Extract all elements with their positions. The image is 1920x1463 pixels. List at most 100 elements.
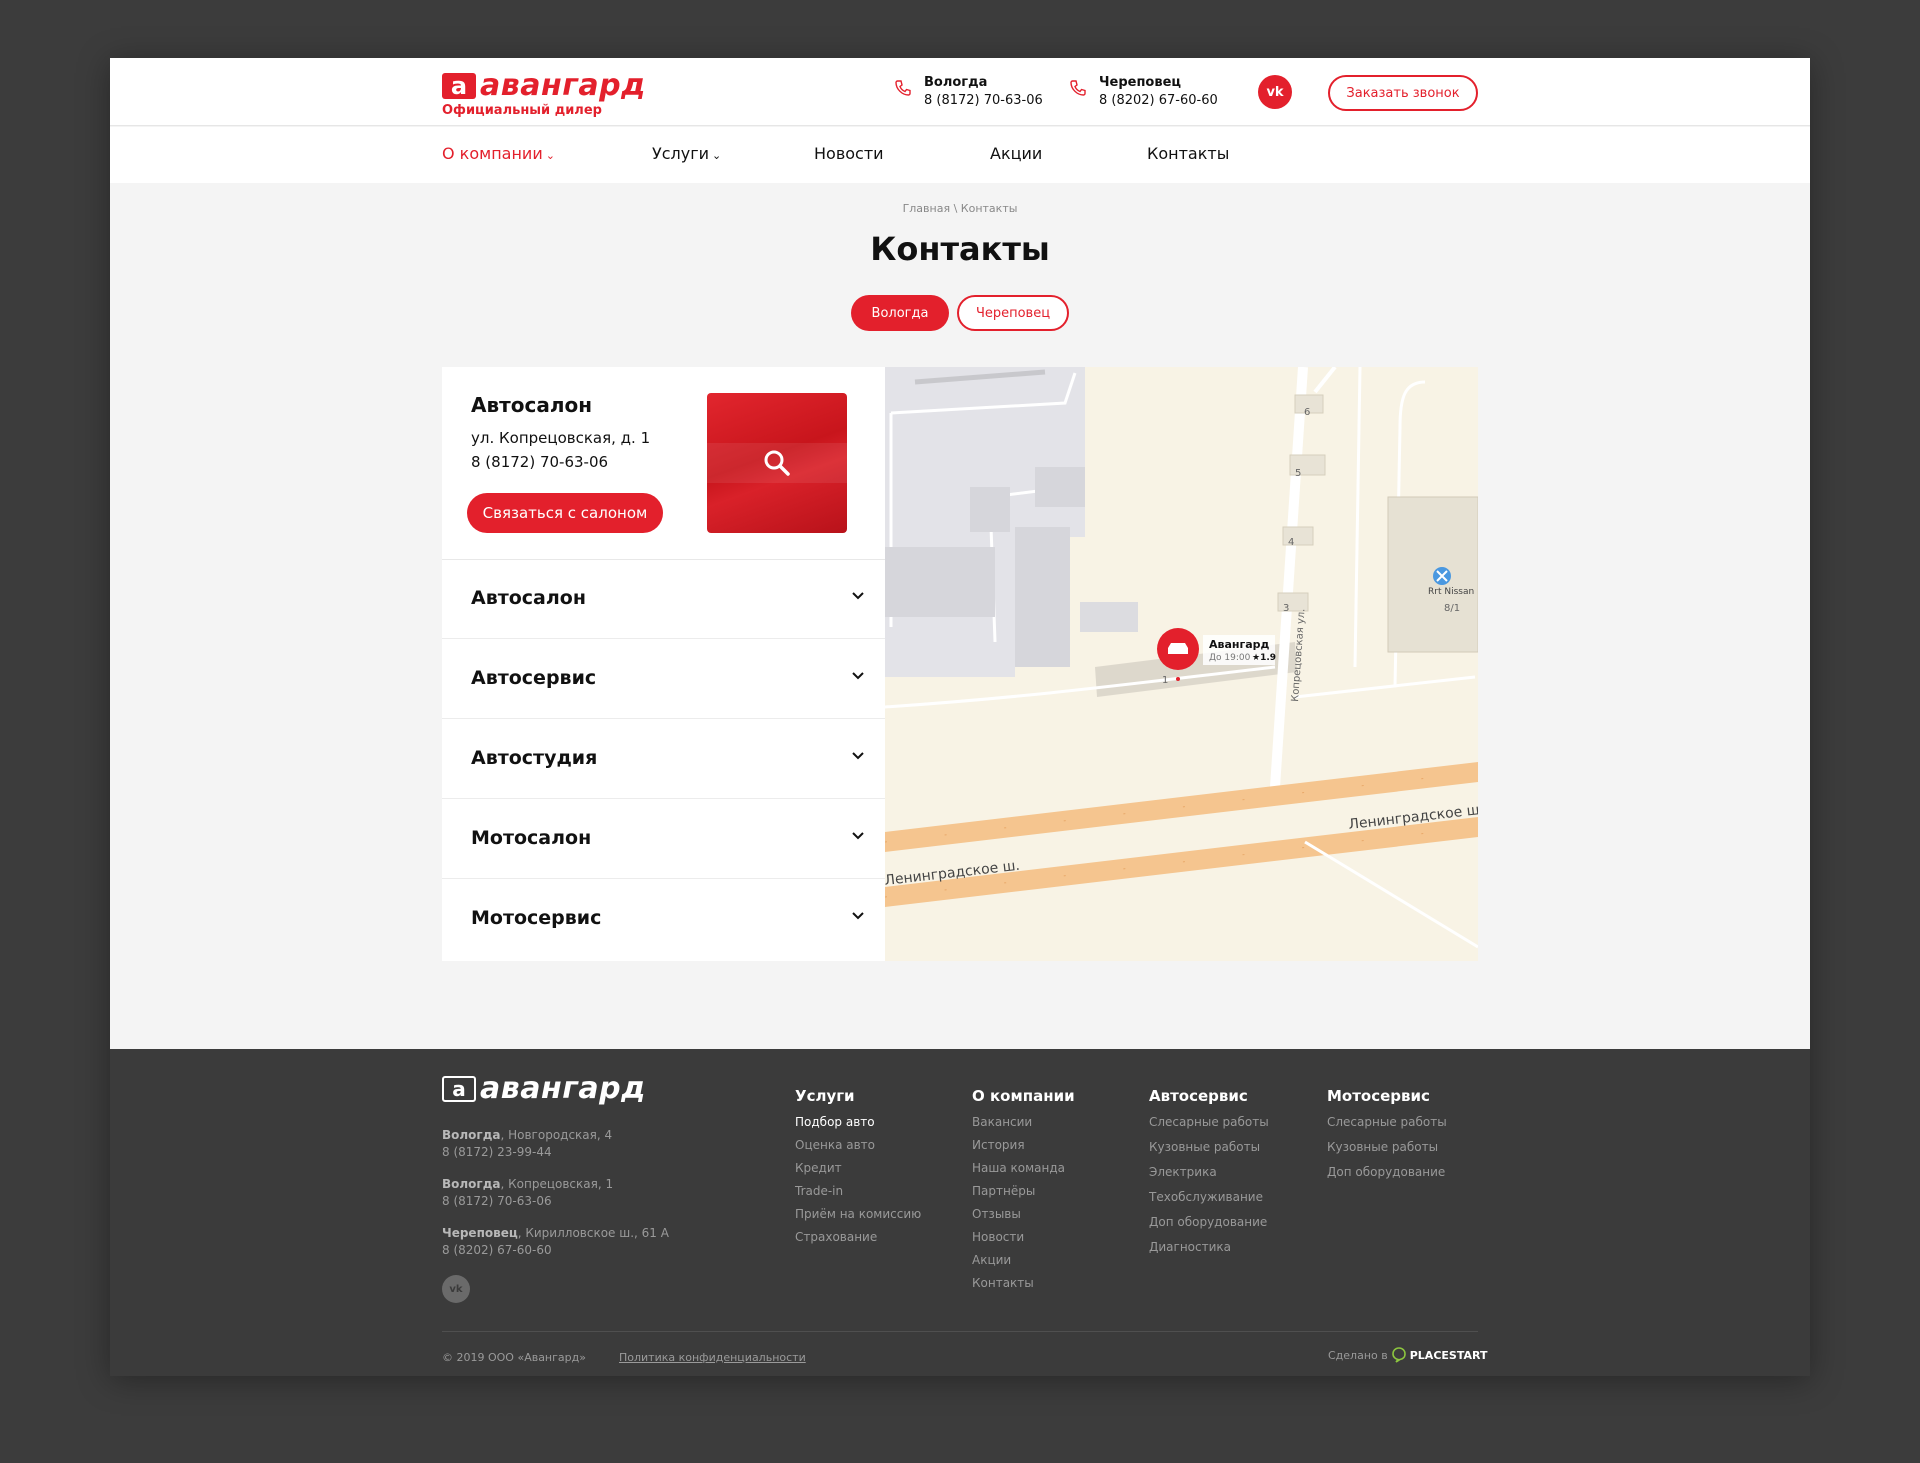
phone-number: 8 (8172) 70-63-06 — [924, 93, 1043, 108]
city-tabs: Вологда Череповец — [851, 295, 1069, 331]
address-street: , Копрецовская, 1 — [500, 1177, 614, 1191]
address-city: Череповец — [442, 1226, 518, 1240]
breadcrumb: Главная \ Контакты — [110, 202, 1810, 215]
footer-link[interactable]: Диагностика — [1149, 1240, 1269, 1265]
accordion-item[interactable]: Автосалон — [442, 560, 885, 639]
footer-link[interactable]: Наша команда — [972, 1161, 1075, 1184]
tab-cherepovets[interactable]: Череповец — [957, 295, 1069, 331]
footer-link[interactable]: Trade-in — [795, 1184, 921, 1207]
footer-link[interactable]: Вакансии — [972, 1115, 1075, 1138]
chevron-down-icon — [852, 832, 864, 840]
vk-icon[interactable]: vk — [1258, 75, 1292, 109]
phone-cherepovets[interactable]: Череповец 8 (8202) 67-60-60 — [1069, 75, 1218, 108]
footer-link[interactable]: Доп оборудование — [1149, 1215, 1269, 1240]
phone-number: 8 (8202) 67-60-60 — [1099, 93, 1218, 108]
footer-link[interactable]: История — [972, 1138, 1075, 1161]
footer-link[interactable]: Электрика — [1149, 1165, 1269, 1190]
footer-link[interactable]: Кузовные работы — [1327, 1140, 1447, 1165]
chevron-down-icon: ⌄ — [545, 149, 555, 162]
footer-link[interactable]: Кредит — [795, 1161, 921, 1184]
accordion-item[interactable]: Мотосалон — [442, 800, 885, 879]
accordion-item[interactable]: Автосервис — [442, 640, 885, 719]
accordion-title: Автостудия — [471, 747, 598, 769]
footer-link[interactable]: Слесарные работы — [1149, 1115, 1269, 1140]
street-label: Копрецовская ул. — [1290, 608, 1307, 702]
footer-address: Череповец, Кирилловское ш., 61 А 8 (8202… — [442, 1225, 669, 1259]
tab-vologda[interactable]: Вологда — [851, 295, 949, 331]
location-phone[interactable]: 8 (8172) 70-63-06 — [471, 453, 608, 471]
address-phone[interactable]: 8 (8172) 23-99-44 — [442, 1145, 552, 1159]
accordion-title: Мотосервис — [471, 907, 602, 929]
footer-link[interactable]: Отзывы — [972, 1207, 1075, 1230]
map-building — [1015, 527, 1070, 667]
site-logo[interactable]: а авангард Официальный дилер — [442, 71, 646, 118]
footer-column-title: Услуги — [795, 1087, 855, 1105]
logo-mark: а — [442, 1076, 476, 1102]
map-road — [1294, 675, 1476, 699]
nav-item-label: О компании — [442, 144, 543, 163]
footer-link[interactable]: Техобслуживание — [1149, 1190, 1269, 1215]
made-by-brand: PLACESTART — [1409, 1348, 1488, 1362]
footer-link[interactable]: Оценка авто — [795, 1138, 921, 1161]
footer-link[interactable]: Слесарные работы — [1327, 1115, 1447, 1140]
logo-mark: а — [442, 73, 476, 99]
locations-panel: Автосалон ул. Копрецовская, д. 1 8 (8172… — [442, 367, 885, 961]
footer-link[interactable]: Доп оборудование — [1327, 1165, 1447, 1190]
map-canvas: 6 5 4 3 1 Rrt Nissan 8/1 Авангард До 19:… — [885, 367, 1478, 949]
address-city: Вологда — [442, 1128, 501, 1142]
made-by[interactable]: Сделано в PLACESTART — [1328, 1347, 1487, 1363]
house-number: 5 — [1295, 468, 1301, 479]
page-title: Контакты — [870, 230, 1050, 268]
house-number: 1 — [1162, 675, 1168, 686]
nav-item-news[interactable]: Новости — [814, 144, 884, 163]
marker-hours: До 19:00 — [1209, 653, 1251, 663]
top-bar: а авангард Официальный дилер Вологда 8 (… — [110, 58, 1810, 126]
accordion-item[interactable]: Мотосервис — [442, 880, 885, 959]
footer-column-title: Автосервис — [1149, 1087, 1248, 1105]
chevron-down-icon: ⌄ — [712, 149, 722, 162]
map-road — [1313, 367, 1337, 394]
address-street: , Новгородская, 4 — [500, 1128, 613, 1142]
footer-link[interactable]: Приём на комиссию — [795, 1207, 921, 1230]
made-by-label: Сделано в — [1328, 1348, 1388, 1362]
map-building — [1080, 602, 1138, 632]
nav-item-promo[interactable]: Акции — [990, 144, 1042, 163]
phone-icon — [1070, 80, 1086, 96]
nav-item-contacts[interactable]: Контакты — [1147, 144, 1229, 163]
footer-link[interactable]: Страхование — [795, 1230, 921, 1253]
marker-rating: ★1.9 — [1252, 653, 1276, 663]
accordion-item[interactable]: Автостудия — [442, 720, 885, 799]
main-nav: О компании ⌄ Услуги ⌄ Новости Акции Контак… — [110, 127, 1810, 183]
phone-vologda[interactable]: Вологда 8 (8172) 70-63-06 — [894, 75, 1043, 108]
breadcrumb-home[interactable]: Главная — [903, 202, 951, 215]
footer-link[interactable]: Контакты — [972, 1276, 1075, 1299]
location-card: Автосалон ул. Копрецовская, д. 1 8 (8172… — [442, 367, 885, 560]
footer-logo[interactable]: а авангард — [442, 1074, 646, 1104]
contact-salon-button[interactable]: Связаться с салоном — [467, 493, 663, 533]
breadcrumb-current: Контакты — [960, 202, 1018, 215]
footer-link[interactable]: Подбор авто — [795, 1115, 921, 1138]
map-road — [1353, 367, 1362, 668]
nav-item-services[interactable]: Услуги ⌄ — [652, 144, 721, 163]
vk-icon[interactable]: vk — [442, 1275, 470, 1303]
logo-subtitle: Официальный дилер — [442, 103, 602, 118]
footer-link[interactable]: Новости — [972, 1230, 1075, 1253]
footer-link[interactable]: Акции — [972, 1253, 1075, 1276]
callback-button[interactable]: Заказать звонок — [1328, 75, 1478, 111]
privacy-policy-link[interactable]: Политика конфиденциальности — [619, 1351, 806, 1364]
location-address: ул. Копрецовская, д. 1 — [471, 429, 651, 447]
phone-city: Вологда — [924, 75, 988, 90]
footer-link[interactable]: Партнёры — [972, 1184, 1075, 1207]
house-number: 4 — [1288, 537, 1294, 548]
location-photo[interactable] — [707, 393, 847, 533]
address-phone[interactable]: 8 (8202) 67-60-60 — [442, 1243, 552, 1257]
footer-link[interactable]: Кузовные работы — [1149, 1140, 1269, 1165]
map-building — [885, 547, 995, 617]
address-phone[interactable]: 8 (8172) 70-63-06 — [442, 1194, 552, 1208]
nav-item-about[interactable]: О компании ⌄ — [442, 144, 555, 163]
footer-column-autoservice: Автосервис Слесарные работы Кузовные раб… — [1149, 1087, 1269, 1265]
address-street: , Кирилловское ш., 61 А — [517, 1226, 669, 1240]
map[interactable]: 6 5 4 3 1 Rrt Nissan 8/1 Авангард До 19:… — [885, 367, 1478, 961]
chevron-down-icon — [852, 672, 864, 680]
accordion-title: Мотосалон — [471, 827, 592, 849]
